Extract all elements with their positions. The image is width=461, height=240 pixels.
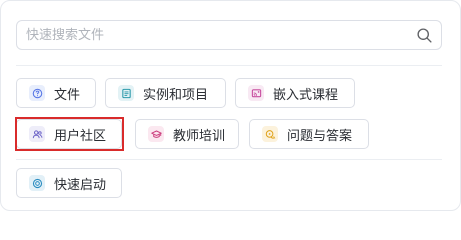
shortcut-teacher-training[interactable]: 教师培训 [135, 119, 239, 149]
shortcut-embedded-courses[interactable]: 嵌入式课程 [235, 78, 355, 108]
file-help-icon [29, 85, 45, 101]
divider-bottom [16, 159, 442, 160]
shortcut-label: 嵌入式课程 [273, 87, 339, 103]
shortcut-files[interactable]: 文件 [16, 78, 96, 108]
chip-cast-icon [248, 85, 264, 101]
shortcut-label: 文件 [54, 87, 81, 103]
quick-access-panel: 文件 实例和项目 嵌入式课程 用户社区 教师培训 问题与答案 [0, 0, 461, 211]
search-box[interactable] [16, 20, 442, 50]
users-icon [29, 126, 45, 142]
shortcut-label: 快速启动 [54, 177, 107, 193]
search-icon[interactable] [416, 27, 433, 44]
shortcut-user-community[interactable]: 用户社区 [16, 119, 122, 149]
shortcut-examples-projects[interactable]: 实例和项目 [105, 78, 226, 108]
search-input[interactable] [17, 21, 416, 49]
divider-top [16, 65, 442, 66]
shortcut-questions-answers[interactable]: 问题与答案 [249, 119, 369, 149]
shortcut-quick-start[interactable]: 快速启动 [16, 168, 122, 198]
shortcut-label: 实例和项目 [143, 87, 209, 103]
document-icon [118, 85, 134, 101]
shortcut-label: 问题与答案 [287, 128, 353, 144]
quick-start-icon [29, 175, 45, 191]
shortcut-label: 教师培训 [173, 128, 226, 144]
graduation-cap-icon [148, 126, 164, 142]
shortcut-label: 用户社区 [54, 128, 107, 144]
question-chat-icon [262, 126, 278, 142]
